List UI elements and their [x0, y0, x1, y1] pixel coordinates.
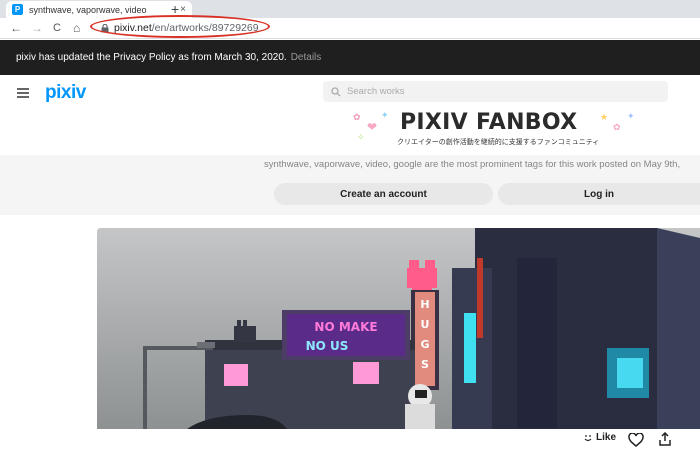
like-smile-icon	[584, 434, 592, 441]
login-button[interactable]: Log in	[498, 183, 700, 205]
search-icon	[331, 86, 341, 96]
sign-text-no-us: NO US	[306, 339, 349, 353]
browser-tab-bar: P synthwave, vaporwave, video × +	[0, 0, 700, 18]
reload-button[interactable]: C	[53, 21, 61, 35]
like-label: Like	[596, 432, 617, 443]
home-button[interactable]: ⌂	[73, 21, 80, 35]
search-input[interactable]	[347, 86, 647, 97]
sparkle-deco-icon: ✧	[357, 132, 365, 142]
fanbox-subtitle: クリエイターの創作活動を継続的に支援するファンコミュニティ	[397, 139, 600, 146]
artwork-image[interactable]: H U G S NO MAKE NO US	[97, 228, 700, 429]
flower-deco-icon: ✿	[613, 122, 621, 132]
star-deco-icon: ★	[600, 112, 609, 122]
bookmark-heart-icon[interactable]	[628, 433, 644, 447]
fanbox-ad-banner[interactable]: ✿ ❤ ✦ ✧ PIXIV FANBOX クリエイターの創作活動を継続的に支援す…	[345, 108, 645, 152]
hamburger-menu-icon[interactable]	[17, 88, 29, 98]
fanbox-title: PIXIV FANBOX	[400, 110, 578, 135]
tab-title: synthwave, vaporwave, video	[29, 4, 147, 15]
back-button[interactable]: ←	[10, 21, 22, 35]
sign-letter: S	[421, 358, 429, 371]
work-description: synthwave, vaporwave, video, google are …	[264, 159, 681, 170]
star-deco-icon: ✦	[381, 110, 389, 120]
privacy-details-link[interactable]: Details	[291, 52, 322, 63]
bunny-deco-icon: ✿	[353, 112, 361, 122]
artwork-scene: H U G S NO MAKE NO US	[97, 228, 700, 429]
sign-text-no-make: NO MAKE	[314, 320, 377, 334]
like-button[interactable]: Like	[583, 432, 616, 443]
sign-letter: U	[421, 318, 430, 331]
sparkle-deco-icon: ✦	[627, 111, 635, 121]
pixiv-logo[interactable]: pixiv	[45, 82, 86, 104]
close-tab-icon[interactable]: ×	[180, 4, 186, 15]
search-bar[interactable]	[323, 81, 668, 102]
pixiv-favicon-icon: P	[12, 4, 23, 15]
create-account-button[interactable]: Create an account	[274, 183, 493, 205]
forward-button[interactable]: →	[31, 21, 43, 35]
share-icon[interactable]	[658, 432, 672, 446]
url-highlight-annotation	[90, 15, 270, 38]
sign-letter: H	[420, 298, 429, 311]
heart-deco-icon: ❤	[367, 120, 378, 134]
privacy-banner-text: pixiv has updated the Privacy Policy as …	[16, 52, 287, 63]
sign-letter: G	[420, 338, 429, 351]
privacy-banner: pixiv has updated the Privacy Policy as …	[0, 40, 700, 75]
